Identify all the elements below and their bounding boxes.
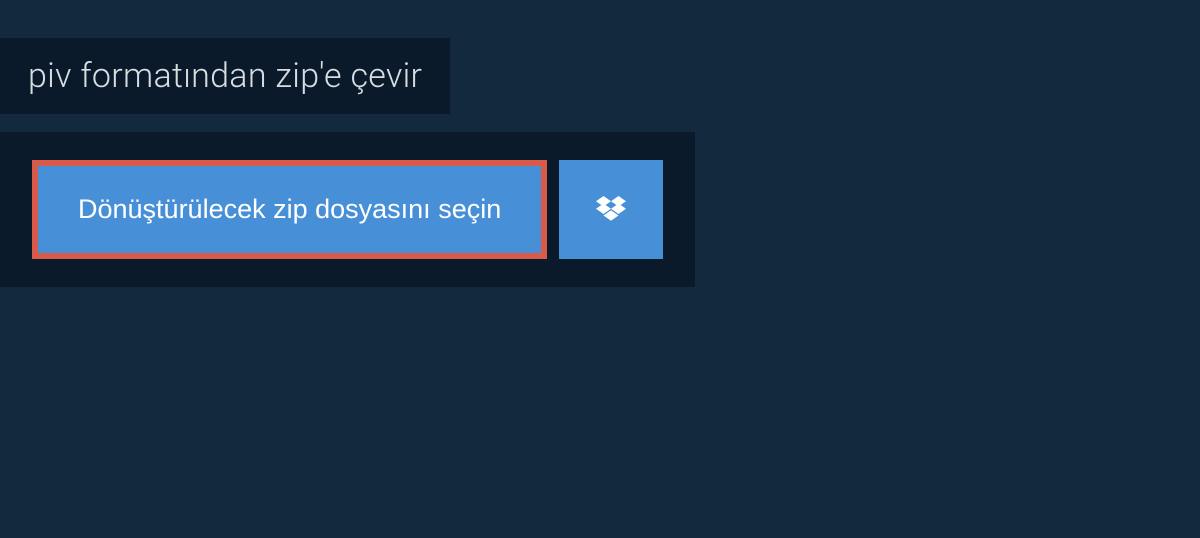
- select-file-button[interactable]: Dönüştürülecek zip dosyasını seçin: [32, 160, 547, 259]
- dropbox-button[interactable]: [559, 160, 663, 259]
- file-select-panel: Dönüştürülecek zip dosyasını seçin: [0, 132, 695, 287]
- title-bar: piv formatından zip'e çevir: [0, 38, 450, 114]
- dropbox-icon: [593, 190, 629, 229]
- select-file-label: Dönüştürülecek zip dosyasını seçin: [78, 194, 501, 225]
- page-title: piv formatından zip'e çevir: [28, 56, 422, 96]
